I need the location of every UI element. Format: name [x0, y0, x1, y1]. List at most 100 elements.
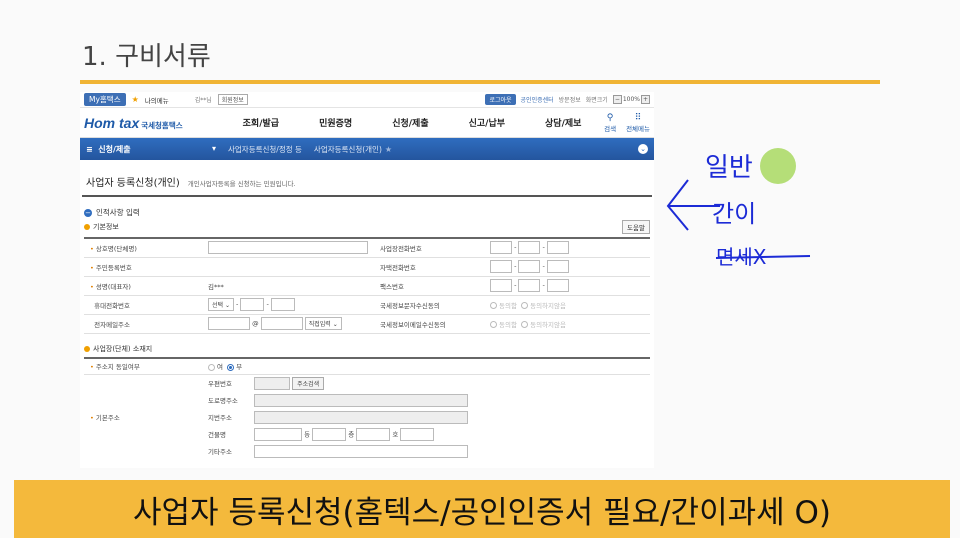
- menu-application[interactable]: 신청/제출: [392, 116, 428, 129]
- mobile-3[interactable]: [270, 298, 295, 311]
- page-description: 개인사업자등록을 신청하는 민원입니다.: [187, 180, 296, 188]
- basic-info-table: • 상호명(단체명) 사업장전화번호 - - • 주민등록번호 자택전화번호 -…: [84, 237, 650, 334]
- all-menu-button[interactable]: ⠿ 전체메뉴: [626, 113, 650, 133]
- label-road-address: 도로명주소: [208, 397, 238, 405]
- label-same-address: 주소지 동일여부: [95, 363, 140, 372]
- sms-disagree-radio[interactable]: [521, 302, 529, 309]
- same-no-label: 부: [236, 363, 243, 372]
- location-heading: 사업장(단체) 소재지: [84, 344, 650, 354]
- mobile-select-value: 선택: [212, 302, 224, 309]
- email-domain-select[interactable]: 직접입력 ⌄: [304, 317, 342, 330]
- dong-input[interactable]: [312, 427, 347, 441]
- cert-center-link[interactable]: 공인인증센터: [521, 95, 554, 104]
- menu-report-payment[interactable]: 신고/납부: [469, 116, 505, 129]
- home-phone-2[interactable]: [518, 260, 541, 273]
- label-dong: 동: [304, 430, 311, 438]
- menu-consult[interactable]: 상담/제보: [545, 116, 581, 129]
- bullet-icon: [84, 345, 90, 352]
- label-basic-address: 기본주소: [95, 414, 120, 423]
- search-nav-button[interactable]: ⚲ 검색: [604, 113, 616, 133]
- all-menu-label: 전체메뉴: [626, 124, 650, 133]
- section-dropdown[interactable]: ≡ 신청/제출 ▾: [86, 144, 216, 155]
- page-header: 사업자 등록신청(개인) 개인사업자등록을 신청하는 민원입니다.: [82, 160, 652, 197]
- label-zip: 우편번호: [208, 380, 232, 389]
- zip-input[interactable]: [254, 376, 290, 390]
- zoom-value: 100%: [622, 96, 640, 103]
- label-floor: 층: [348, 430, 355, 438]
- email-disagree-radio[interactable]: [521, 321, 529, 328]
- search-nav-label: 검색: [604, 124, 617, 133]
- road-address-input[interactable]: [254, 393, 468, 407]
- basic-info-label: 기본정보: [93, 223, 119, 231]
- lot-address-input[interactable]: [254, 410, 468, 424]
- label-sms-consent: 국세정보문자수신동의: [380, 301, 440, 310]
- visit-info-link[interactable]: 방문정보: [559, 95, 581, 104]
- help-button[interactable]: 도움말: [622, 220, 650, 234]
- company-name-input[interactable]: [208, 241, 368, 255]
- slide-title: 1. 구비서류: [82, 42, 211, 72]
- title-underline: [80, 80, 880, 84]
- email-domain-input[interactable]: [260, 317, 303, 330]
- zoom-in-button[interactable]: +: [641, 95, 650, 104]
- label-email-consent: 국세정보이메일수신동의: [380, 320, 446, 329]
- menu-certificate[interactable]: 민원증명: [319, 116, 352, 129]
- member-info-button[interactable]: 회원정보: [217, 94, 248, 105]
- menu-icon: ≡: [86, 144, 93, 154]
- section-label: 신청/제출: [98, 144, 131, 154]
- email-select-value: 직접입력: [308, 321, 331, 328]
- same-yes-radio[interactable]: [208, 363, 215, 371]
- business-phone-1[interactable]: [490, 241, 512, 255]
- mobile-prefix-select[interactable]: 선택 ⌄: [208, 298, 234, 311]
- main-nav: Hom tax 국세청홈택스 조회/발급 민원증명 신청/제출 신고/납부 상담…: [80, 108, 654, 138]
- label-business-phone: 사업장전화번호: [380, 244, 422, 253]
- business-phone-3[interactable]: [546, 241, 569, 255]
- fax-2[interactable]: [518, 279, 541, 292]
- logout-button[interactable]: 로그아웃: [485, 94, 516, 105]
- label-representative: 성명(대표자): [95, 282, 131, 291]
- address-table: • 주소지 동일여부 여 부 • 기본주소 우편번호 주소검색 도로명주소 지번…: [84, 356, 650, 460]
- address-search-button[interactable]: 주소검색: [292, 376, 325, 390]
- label-email: 전자메일주소: [94, 320, 131, 329]
- basic-info-heading: 기본정보 도움말: [84, 220, 650, 234]
- minus-icon[interactable]: −: [84, 208, 92, 217]
- label-fax: 팩스번호: [380, 282, 404, 291]
- caret-down-icon: ▾: [211, 143, 216, 153]
- other-address-input[interactable]: [254, 444, 468, 458]
- floor-input[interactable]: [356, 427, 391, 441]
- zoom-label: 화면크기: [585, 97, 608, 104]
- zoom-out-button[interactable]: −: [612, 95, 622, 104]
- ho-input[interactable]: [400, 427, 435, 441]
- representative-name: 김***: [208, 282, 224, 291]
- chevron-down-icon[interactable]: ⌄: [638, 144, 648, 154]
- my-menu-link[interactable]: 나의메뉴: [145, 95, 169, 105]
- email-agree-radio[interactable]: [490, 321, 497, 328]
- business-phone-2[interactable]: [518, 241, 541, 255]
- same-no-radio[interactable]: [227, 363, 235, 371]
- sms-agree-radio[interactable]: [490, 302, 497, 309]
- home-phone-3[interactable]: [546, 260, 569, 273]
- same-yes-label: 여: [217, 363, 223, 372]
- label-resident-number: 주민등록번호: [95, 263, 132, 272]
- menu-inquiry[interactable]: 조회/발급: [243, 116, 279, 129]
- building-input[interactable]: [254, 427, 302, 441]
- my-hometax-button[interactable]: My홈택스: [84, 93, 126, 106]
- email-id-input[interactable]: [208, 317, 250, 330]
- breadcrumb-bar: ≡ 신청/제출 ▾ 사업자등록신청/정정 등 사업자등록신청(개인) ★ ⌄: [80, 138, 654, 160]
- label-company-name: 상호명(단체명): [95, 244, 137, 253]
- caption-banner: 사업자 등록신청(홈텍스/공인인증서 필요/간이과세 O): [14, 480, 950, 538]
- fax-1[interactable]: [490, 279, 512, 292]
- breadcrumb-item-2[interactable]: 사업자등록신청(개인): [314, 144, 382, 155]
- star-icon: ★: [131, 95, 139, 104]
- mobile-2[interactable]: [240, 298, 265, 311]
- grid-icon: ⠿: [634, 112, 642, 123]
- search-icon: ⚲: [606, 112, 614, 123]
- hometax-logo[interactable]: Hom tax 국세청홈택스: [84, 115, 183, 131]
- home-phone-1[interactable]: [490, 260, 512, 273]
- label-ho: 호: [392, 430, 399, 438]
- breadcrumb-item-1[interactable]: 사업자등록신청/정정 등: [228, 144, 302, 155]
- favorite-star-icon[interactable]: ★: [385, 145, 392, 154]
- fax-3[interactable]: [546, 279, 569, 292]
- section-personal-label: 인적사항 입력: [96, 208, 140, 217]
- section-personal-info: − 인적사항 입력: [84, 207, 650, 218]
- sms-disagree-label: 동의하지않음: [530, 301, 566, 310]
